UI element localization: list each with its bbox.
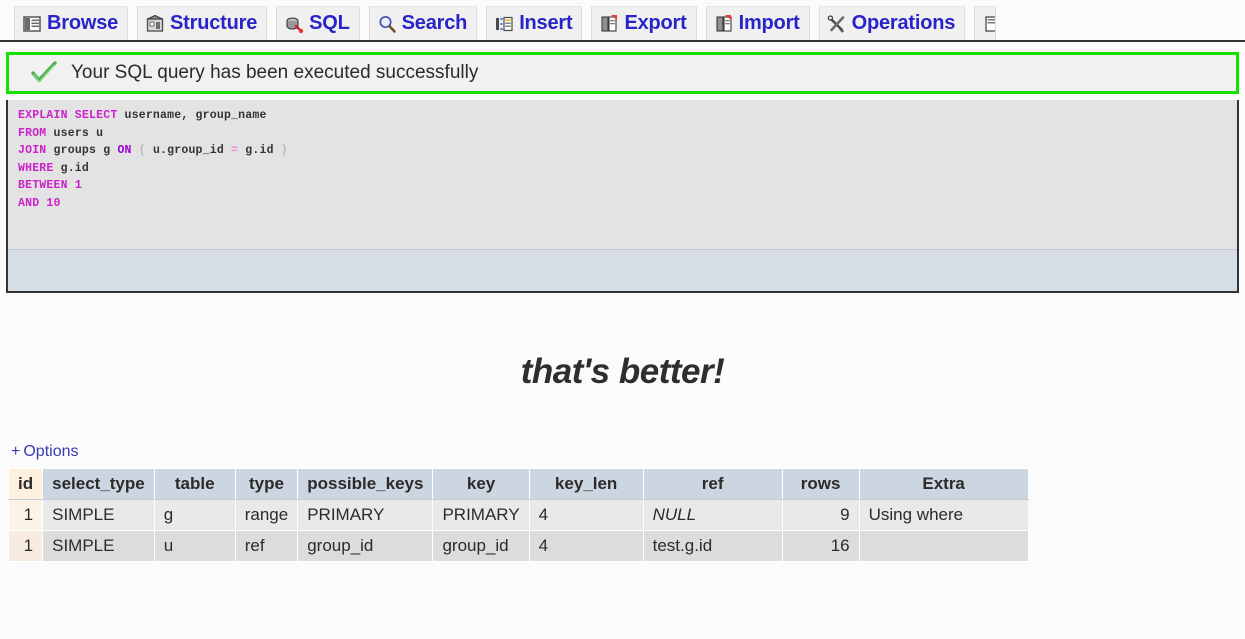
browse-icon — [22, 14, 42, 34]
main-tab-bar: Browse Structure SQL Search Insert Export Impo… — [0, 0, 1245, 42]
table-row[interactable]: 1 SIMPLE g range PRIMARY PRIMARY 4 NULL 9 Using w… — [7, 499, 1029, 531]
cell-type: range — [234, 499, 299, 531]
tab-label: Insert — [519, 12, 573, 34]
sql-line: WHERE g.id — [18, 160, 1237, 178]
cell-rows: 9 — [781, 499, 860, 531]
cell-rows: 16 — [781, 530, 860, 562]
table-body: 1 SIMPLE g range PRIMARY PRIMARY 4 NULL 9 Using w… — [7, 499, 1029, 562]
sql-token: JOIN — [18, 144, 54, 158]
sql-icon — [284, 14, 304, 34]
sql-token: ) — [280, 144, 288, 158]
table-row[interactable]: 1 SIMPLE u ref group_id group_id 4 test.g.id 16 — [7, 530, 1029, 562]
plus-icon: + — [11, 443, 21, 460]
tab-label: Operations — [851, 12, 956, 34]
column-header-rows[interactable]: rows — [781, 468, 860, 500]
column-header-key_len[interactable]: key_len — [528, 468, 644, 500]
column-header-table[interactable]: table — [153, 468, 236, 500]
tab-label: Browse — [47, 12, 119, 34]
tab-label: Export — [624, 12, 687, 34]
cell-possible_keys: group_id — [297, 530, 434, 562]
sql-token: AND — [18, 196, 47, 210]
sql-line: AND 10 — [18, 195, 1237, 213]
sql-line: FROM users u — [18, 125, 1237, 143]
tab-browse[interactable]: Browse — [14, 6, 129, 40]
tab-sql[interactable]: SQL — [276, 6, 360, 40]
structure-icon — [145, 14, 165, 34]
tab-label: Search — [401, 12, 468, 34]
sql-token: WHERE — [18, 161, 61, 175]
cell-table: g — [153, 499, 236, 531]
tab-insert[interactable]: Insert — [486, 6, 583, 40]
search-icon — [377, 14, 397, 34]
tab-import[interactable]: Import — [705, 6, 810, 40]
tab-label: SQL — [309, 12, 350, 34]
cell-id: 1 — [7, 499, 44, 531]
tab-export[interactable]: Export — [591, 6, 697, 40]
sql-token: ( — [138, 144, 153, 158]
column-header-select_type[interactable]: select_type — [42, 468, 155, 500]
column-header-key[interactable]: key — [432, 468, 530, 500]
sql-token: g.id — [60, 161, 90, 175]
sql-token: 1 — [74, 179, 82, 193]
column-header-id[interactable]: id — [7, 468, 44, 500]
cell-select_type: SIMPLE — [42, 530, 155, 562]
cell-ref: test.g.id — [642, 530, 783, 562]
column-header-possible_keys[interactable]: possible_keys — [297, 468, 434, 500]
cell-table: u — [153, 530, 236, 562]
sql-line: JOIN groups g ON ( u.group_id = g.id ) — [18, 142, 1237, 160]
checkmark-icon — [31, 61, 57, 85]
cell-extra — [858, 530, 1029, 562]
cell-key_len: 4 — [528, 530, 644, 562]
export-icon — [599, 14, 619, 34]
cell-select_type: SIMPLE — [42, 499, 155, 531]
sql-token: u.group_id — [152, 144, 232, 158]
insert-icon — [494, 14, 514, 34]
cell-id: 1 — [7, 530, 44, 562]
cell-type: ref — [234, 530, 299, 562]
operations-icon — [827, 14, 847, 34]
sql-line: EXPLAIN SELECT username, group_name — [18, 107, 1237, 125]
sql-token: = — [231, 144, 246, 158]
sql-token: groups g — [53, 144, 118, 158]
cell-possible_keys: PRIMARY — [297, 499, 434, 531]
import-icon — [714, 14, 734, 34]
sql-token: FROM — [18, 126, 54, 140]
page-title: that's better! — [520, 352, 725, 391]
options-toggle[interactable]: + Options — [11, 443, 78, 461]
tab-label: Import — [738, 12, 800, 34]
sql-query-text: EXPLAIN SELECT username, group_name FROM … — [8, 100, 1237, 213]
success-message: Your SQL query has been executed success… — [71, 62, 479, 83]
sql-token: username, group_name — [124, 109, 267, 122]
column-header-type[interactable]: type — [234, 468, 299, 500]
cell-ref: NULL — [642, 499, 783, 531]
sql-token: ON — [117, 144, 139, 158]
table-header-row: id select_type table type possible_keys key ke… — [7, 468, 1029, 500]
sql-token: users u — [53, 126, 104, 140]
tab-structure[interactable]: Structure — [137, 6, 268, 40]
more-icon — [982, 14, 996, 34]
sql-query-box[interactable]: EXPLAIN SELECT username, group_name FROM … — [6, 100, 1239, 293]
success-notice: Your SQL query has been executed success… — [6, 52, 1239, 94]
sql-token: 10 — [46, 196, 61, 210]
sql-token: EXPLAIN SELECT — [18, 109, 125, 122]
cell-key: group_id — [432, 530, 530, 562]
table-head: id select_type table type possible_keys key ke… — [7, 468, 1029, 500]
sql-line: BETWEEN 1 — [18, 177, 1237, 195]
cell-key: PRIMARY — [432, 499, 530, 531]
cell-key_len: 4 — [528, 499, 644, 531]
cell-extra: Using where — [858, 499, 1029, 531]
tab-label: Structure — [170, 12, 258, 34]
sql-token: BETWEEN — [18, 179, 75, 193]
column-header-extra[interactable]: Extra — [858, 468, 1029, 500]
sql-token: g.id — [245, 144, 281, 158]
explain-results-table: id select_type table type possible_keys key ke… — [7, 468, 1029, 562]
options-label[interactable]: Options — [23, 443, 78, 460]
tab-operations[interactable]: Operations — [818, 6, 966, 40]
tab-more[interactable] — [974, 6, 997, 40]
column-header-ref[interactable]: ref — [642, 468, 783, 500]
tab-search[interactable]: Search — [368, 6, 478, 40]
sql-query-toolbar — [8, 249, 1237, 291]
